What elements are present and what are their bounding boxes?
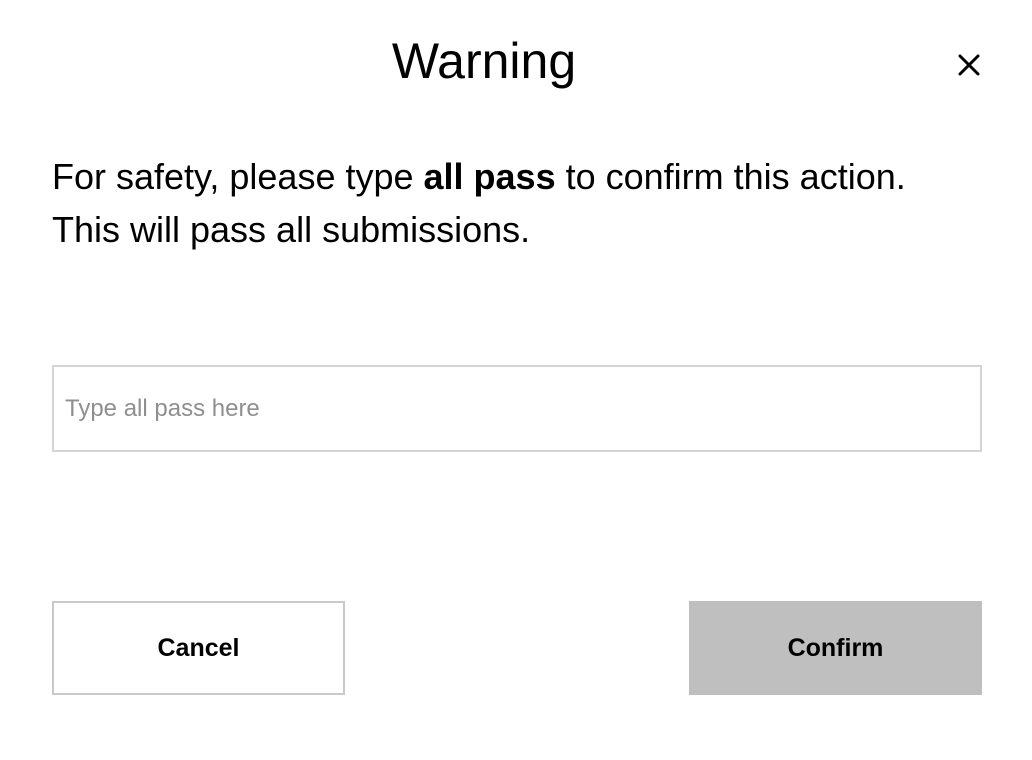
dialog-title: Warning (391, 33, 577, 89)
warning-dialog: Warning For safety, please type all pass… (0, 0, 1032, 760)
confirm-button[interactable]: Confirm (689, 601, 982, 695)
close-icon (958, 54, 980, 76)
close-button[interactable] (948, 44, 990, 86)
message-text-before: For safety, please type (52, 156, 424, 197)
confirmation-input[interactable] (52, 365, 982, 452)
warning-message: For safety, please type all pass to conf… (52, 150, 952, 256)
cancel-button[interactable]: Cancel (52, 601, 345, 695)
message-keyword: all pass (423, 156, 556, 197)
